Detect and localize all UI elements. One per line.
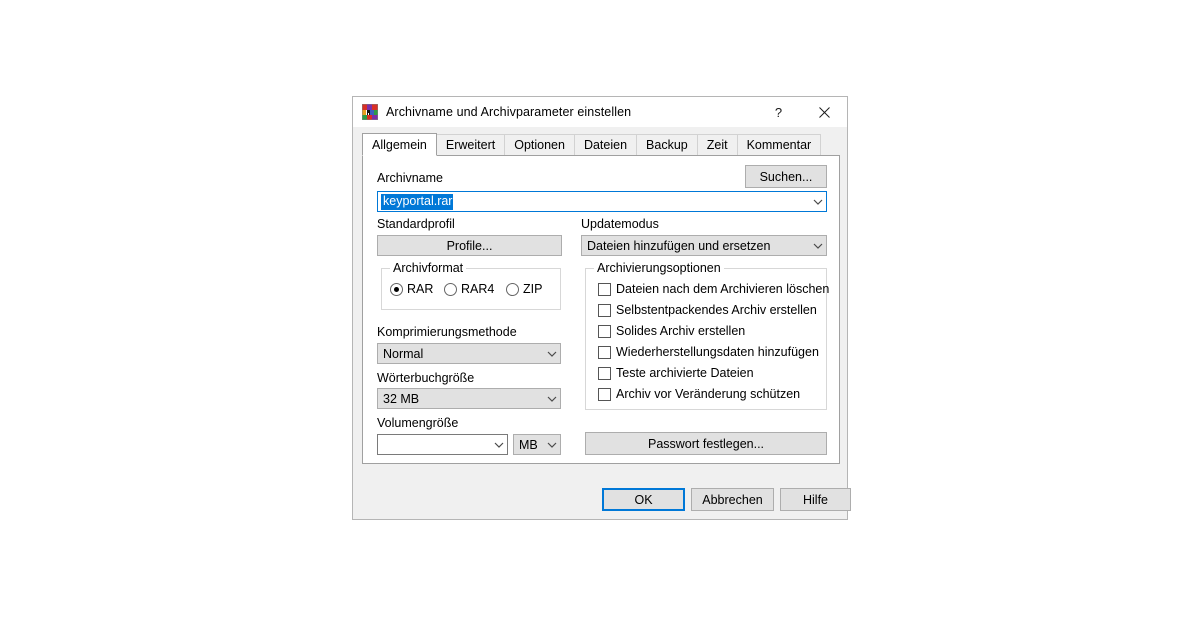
tab-backup[interactable]: Backup xyxy=(636,134,698,155)
ok-button-label: OK xyxy=(634,493,652,507)
radio-label: RAR4 xyxy=(461,282,494,296)
checkbox-label: Solides Archiv erstellen xyxy=(616,324,745,338)
tab-label: Allgemein xyxy=(372,138,427,152)
close-button[interactable] xyxy=(801,97,847,127)
compression-method-label: Komprimierungsmethode xyxy=(377,325,517,339)
window-title: Archivname und Archivparameter einstelle… xyxy=(386,105,631,119)
tab-label: Zeit xyxy=(707,138,728,152)
update-mode-label: Updatemodus xyxy=(581,217,659,231)
tab-label: Backup xyxy=(646,138,688,152)
volume-size-input[interactable] xyxy=(377,434,508,455)
radio-rar4[interactable]: RAR4 xyxy=(444,282,494,296)
winrar-books-icon xyxy=(362,104,378,120)
checkbox-icon xyxy=(598,325,611,338)
browse-button[interactable]: Suchen... xyxy=(745,165,827,188)
radio-dot-icon xyxy=(390,283,403,296)
tab-allgemein[interactable]: Allgemein xyxy=(362,133,437,156)
checkbox-label: Archiv vor Veränderung schützen xyxy=(616,387,800,401)
tab-optionen[interactable]: Optionen xyxy=(504,134,575,155)
profile-button-label: Profile... xyxy=(447,239,493,253)
cancel-button-label: Abbrechen xyxy=(702,493,762,507)
archive-name-selected-text: keyportal.rar xyxy=(381,194,453,210)
checkbox-icon xyxy=(598,367,611,380)
checkbox-label: Wiederherstellungsdaten hinzufügen xyxy=(616,345,819,359)
volume-unit-value: MB xyxy=(514,438,543,452)
tab-zeit[interactable]: Zeit xyxy=(697,134,738,155)
browse-button-label: Suchen... xyxy=(760,170,813,184)
chevron-down-icon[interactable] xyxy=(543,396,560,402)
chevron-down-icon[interactable] xyxy=(809,199,826,205)
tab-label: Optionen xyxy=(514,138,565,152)
checkbox-delete-files-after-archiving[interactable]: Dateien nach dem Archivieren löschen xyxy=(598,282,829,296)
radio-rar[interactable]: RAR xyxy=(390,282,433,296)
compression-method-dropdown[interactable]: Normal xyxy=(377,343,561,364)
checkbox-lock-archive[interactable]: Archiv vor Veränderung schützen xyxy=(598,387,800,401)
archiving-options-title: Archivierungsoptionen xyxy=(594,261,724,275)
checkbox-icon xyxy=(598,346,611,359)
archive-name-input[interactable]: keyportal.rar xyxy=(377,191,827,212)
profile-button[interactable]: Profile... xyxy=(377,235,562,256)
help-footer-button[interactable]: Hilfe xyxy=(780,488,851,511)
compression-method-value: Normal xyxy=(378,347,543,361)
archive-format-group: Archivformat RAR RAR4 ZIP xyxy=(381,268,561,310)
checkbox-label: Dateien nach dem Archivieren löschen xyxy=(616,282,829,296)
help-icon: ? xyxy=(775,105,782,120)
tab-label: Kommentar xyxy=(747,138,812,152)
chevron-down-icon[interactable] xyxy=(490,442,507,448)
tab-label: Dateien xyxy=(584,138,627,152)
volume-unit-dropdown[interactable]: MB xyxy=(513,434,561,455)
tab-label: Erweitert xyxy=(446,138,495,152)
volume-size-label: Volumengröße xyxy=(377,416,458,430)
cancel-button[interactable]: Abbrechen xyxy=(691,488,774,511)
tab-erweitert[interactable]: Erweitert xyxy=(436,134,505,155)
checkbox-create-sfx-archive[interactable]: Selbstentpackendes Archiv erstellen xyxy=(598,303,817,317)
checkbox-test-archived-files[interactable]: Teste archivierte Dateien xyxy=(598,366,754,380)
tab-kommentar[interactable]: Kommentar xyxy=(737,134,822,155)
checkbox-create-solid-archive[interactable]: Solides Archiv erstellen xyxy=(598,324,745,338)
archive-name-label: Archivname xyxy=(377,171,443,185)
set-password-button-label: Passwort festlegen... xyxy=(648,437,764,451)
dictionary-size-dropdown[interactable]: 32 MB xyxy=(377,388,561,409)
radio-dot-icon xyxy=(444,283,457,296)
radio-dot-icon xyxy=(506,283,519,296)
checkbox-icon xyxy=(598,304,611,317)
ok-button[interactable]: OK xyxy=(602,488,685,511)
checkbox-icon xyxy=(598,283,611,296)
help-footer-button-label: Hilfe xyxy=(803,493,828,507)
archive-format-title: Archivformat xyxy=(390,261,466,275)
radio-label: RAR xyxy=(407,282,433,296)
checkbox-add-recovery-record[interactable]: Wiederherstellungsdaten hinzufügen xyxy=(598,345,819,359)
tab-panel-allgemein: Archivname Suchen... keyportal.rar Stand… xyxy=(362,155,840,464)
chevron-down-icon[interactable] xyxy=(543,351,560,357)
set-password-button[interactable]: Passwort festlegen... xyxy=(585,432,827,455)
screenshot-canvas: Archivname und Archivparameter einstelle… xyxy=(0,0,1200,630)
archive-name-value: keyportal.rar xyxy=(378,194,809,210)
close-icon xyxy=(819,107,830,118)
update-mode-value: Dateien hinzufügen und ersetzen xyxy=(582,239,809,253)
chevron-down-icon[interactable] xyxy=(543,442,560,448)
radio-zip[interactable]: ZIP xyxy=(506,282,542,296)
window-controls: ? xyxy=(756,97,847,127)
help-button[interactable]: ? xyxy=(756,97,801,127)
radio-label: ZIP xyxy=(523,282,542,296)
tab-dateien[interactable]: Dateien xyxy=(574,134,637,155)
dictionary-size-label: Wörterbuchgröße xyxy=(377,371,474,385)
chevron-down-icon[interactable] xyxy=(809,243,826,249)
archive-settings-dialog: Archivname und Archivparameter einstelle… xyxy=(352,96,848,520)
tab-strip: Allgemein Erweitert Optionen Dateien Bac… xyxy=(362,133,820,155)
update-mode-dropdown[interactable]: Dateien hinzufügen und ersetzen xyxy=(581,235,827,256)
archiving-options-group: Archivierungsoptionen Dateien nach dem A… xyxy=(585,268,827,410)
title-bar: Archivname und Archivparameter einstelle… xyxy=(353,97,847,127)
checkbox-label: Selbstentpackendes Archiv erstellen xyxy=(616,303,817,317)
default-profile-label: Standardprofil xyxy=(377,217,455,231)
dictionary-size-value: 32 MB xyxy=(378,392,543,406)
checkbox-icon xyxy=(598,388,611,401)
checkbox-label: Teste archivierte Dateien xyxy=(616,366,754,380)
